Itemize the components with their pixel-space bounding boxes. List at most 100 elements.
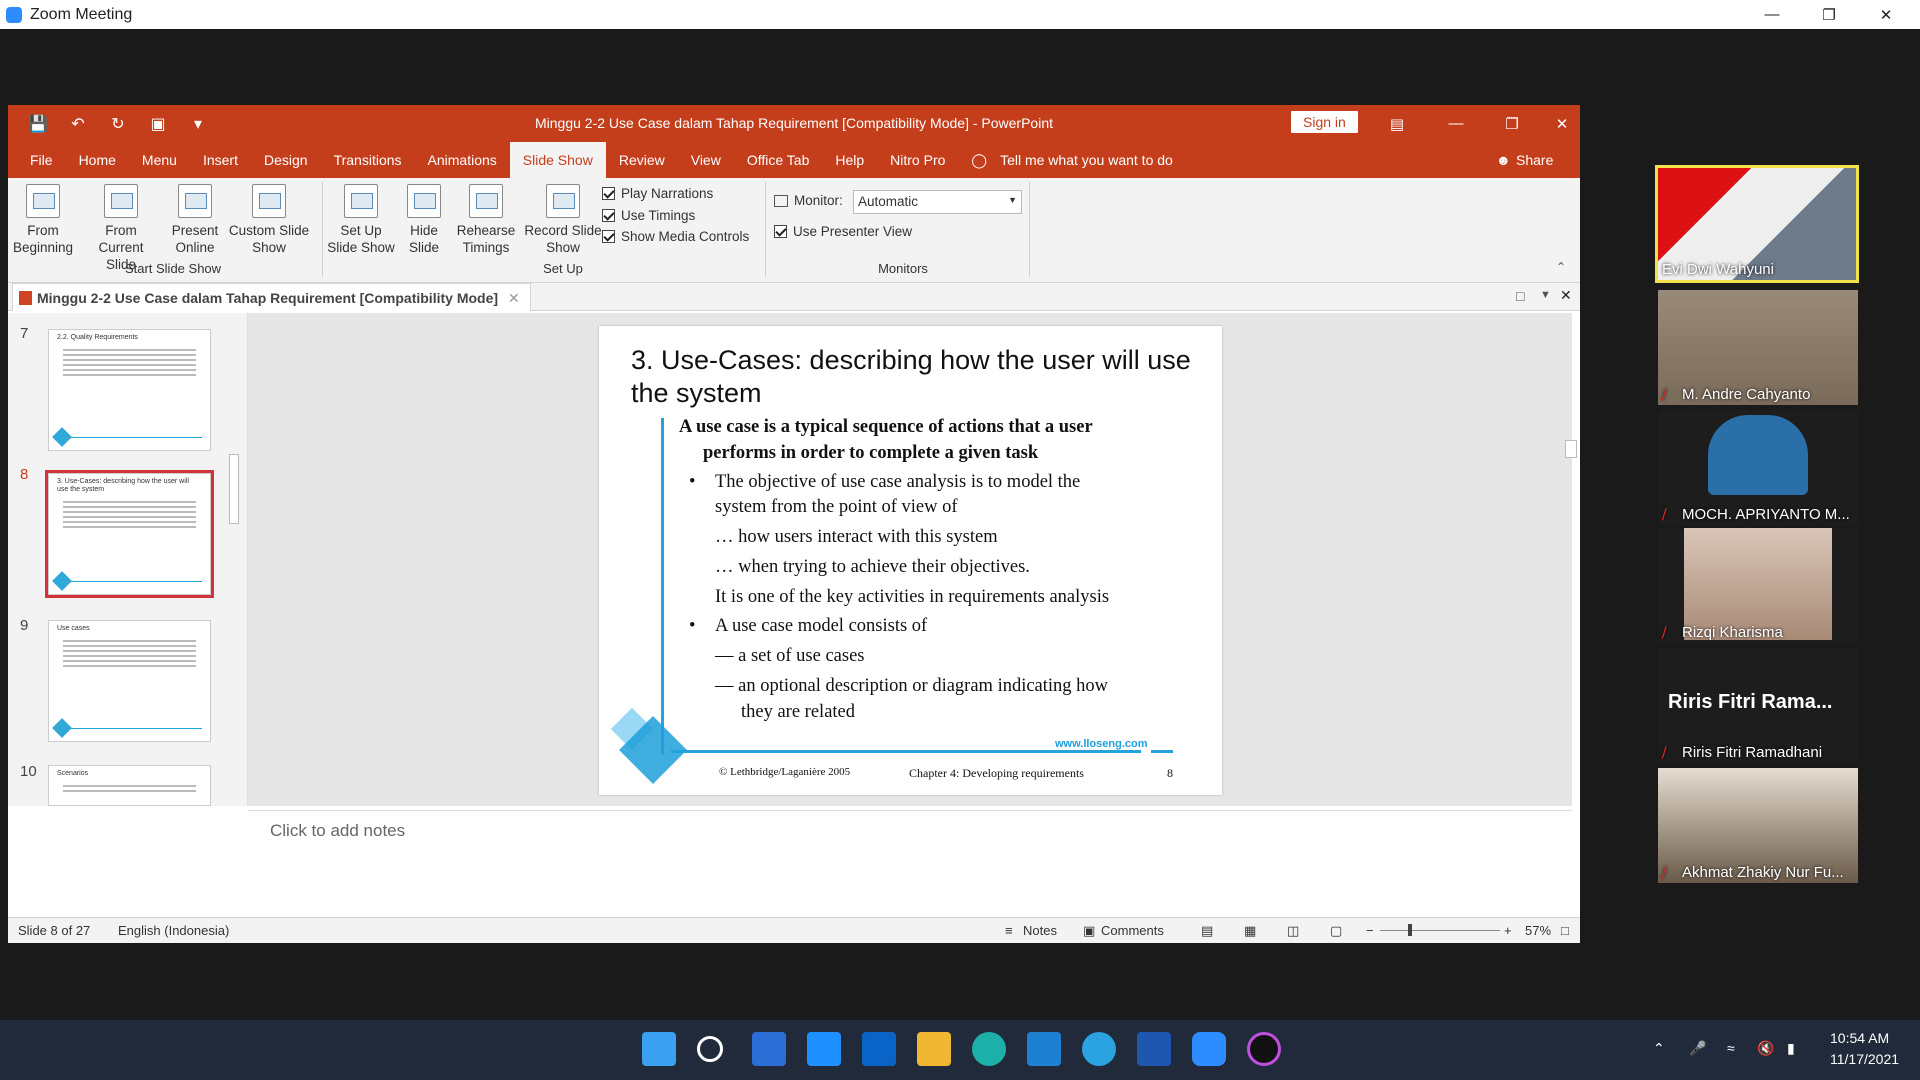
tab-home[interactable]: Home [66,142,129,178]
slideshow-start-icon[interactable]: ▣ [148,114,168,134]
zoom-titlebar: Zoom Meeting — ❐ ✕ [0,0,1920,29]
tab-list-icon[interactable]: ▼ [1540,289,1551,301]
zoom-taskbar-icon[interactable] [1192,1032,1226,1066]
from-current-slide-button[interactable]: From Current Slide [82,184,160,273]
tab-design[interactable]: Design [251,142,321,178]
save-icon[interactable]: 💾 [28,114,48,134]
tab-slide-show[interactable]: Slide Show [509,142,606,178]
close-icon[interactable]: ✕ [1857,0,1915,29]
search-icon[interactable] [697,1036,723,1062]
scroll-thumb[interactable] [229,454,239,524]
zoom-level[interactable]: 57% [1525,923,1551,938]
close-all-icon[interactable]: ✕ [1560,287,1572,304]
share-button[interactable]: Share [1516,152,1553,168]
thumbnails-scrollbar[interactable] [226,322,242,800]
slide-thumbnail-8[interactable]: 3. Use-Cases: describing how the user wi… [45,470,214,598]
custom-slide-show-button[interactable]: Custom Slide Show [226,184,312,256]
language-indicator[interactable]: English (Indonesia) [118,923,229,938]
tab-view[interactable]: View [678,142,734,178]
participant-tile[interactable]: ⧸ Akhmat Zhakiy Nur Fu... [1658,768,1858,883]
clock-date[interactable]: 11/17/2021 [1830,1051,1899,1067]
tab-file[interactable]: File [8,142,66,178]
participant-tile[interactable]: Riris Fitri Rama... ⧸ Riris Fitri Ramadha… [1658,648,1858,763]
monitor-select[interactable]: Automatic ▼ [853,190,1022,214]
sign-in-button[interactable]: Sign in [1291,111,1358,133]
notes-pane[interactable]: Click to add notes [248,810,1572,915]
file-explorer-icon[interactable] [917,1032,951,1066]
tab-office-tab[interactable]: Office Tab [734,142,823,178]
document-tab[interactable]: Minggu 2-2 Use Case dalam Tahap Requirem… [12,283,531,311]
tray-chevron-icon[interactable]: ⌃ [1653,1040,1665,1057]
tab-insert[interactable]: Insert [190,142,251,178]
edge-icon[interactable] [972,1032,1006,1066]
mail-icon[interactable] [862,1032,896,1066]
restore-icon[interactable]: ❐ [1800,0,1858,29]
new-doc-icon[interactable]: □ [1516,288,1524,304]
notes-button[interactable]: Notes [1023,923,1057,938]
ribbon-display-icon[interactable]: ▤ [1370,105,1424,142]
set-up-slide-show-button[interactable]: Set Up Slide Show [326,184,396,256]
minimize-icon[interactable]: — [1743,0,1801,29]
participant-tile[interactable]: ⧸ MOCH. APRIYANTO M... [1658,410,1858,525]
tell-me-search[interactable]: Tell me what you want to do [1000,142,1186,178]
slide-thumbnail-9[interactable]: Use cases [48,620,211,742]
hide-slide-button[interactable]: Hide Slide [404,184,444,256]
participant-tile[interactable]: Evi Dwi Wahyuni [1655,165,1859,283]
obs-icon[interactable] [1247,1032,1281,1066]
zoom-slider-thumb[interactable] [1408,924,1412,936]
tab-menu[interactable]: Menu [129,142,190,178]
slide-thumbnail-7[interactable]: 2.2. Quality Requirements [48,329,211,451]
vscode-icon[interactable] [1027,1032,1061,1066]
play-narrations-checkbox[interactable]: Play Narrations [602,186,713,201]
zoom-slider[interactable] [1380,930,1500,931]
notes-icon: ≡ [1005,923,1013,938]
rehearse-timings-button[interactable]: Rehearse Timings [454,184,518,256]
wifi-icon[interactable]: ≈ [1727,1040,1735,1056]
use-presenter-view-checkbox[interactable]: Use Presenter View [774,224,912,239]
share-icon[interactable]: ☻ [1496,152,1511,168]
zoom-out-icon[interactable]: − [1366,923,1374,938]
word-icon[interactable] [1137,1032,1171,1066]
ppt-close-icon[interactable]: ✕ [1535,105,1589,142]
launcher-icon[interactable] [807,1032,841,1066]
zoom-in-icon[interactable]: + [1504,923,1512,938]
tab-help[interactable]: Help [822,142,877,178]
group-separator [322,182,323,277]
use-timings-checkbox[interactable]: Use Timings [602,208,695,223]
ppt-restore-icon[interactable]: ❐ [1485,105,1539,142]
widgets-icon[interactable] [752,1032,786,1066]
normal-view-icon[interactable]: ▤ [1201,923,1213,939]
tab-transitions[interactable]: Transitions [321,142,415,178]
thumb-number: 7 [20,325,29,342]
tab-close-icon[interactable]: ✕ [508,290,520,306]
from-beginning-button[interactable]: From Beginning [12,184,74,256]
telegram-icon[interactable] [1082,1032,1116,1066]
editor-scrollbar[interactable] [1562,322,1580,782]
slideshow-view-icon[interactable]: ▢ [1330,923,1342,939]
show-media-controls-checkbox[interactable]: Show Media Controls [602,229,749,244]
reading-view-icon[interactable]: ◫ [1287,923,1299,939]
start-icon[interactable] [642,1032,676,1066]
battery-icon[interactable]: ▮ [1787,1040,1795,1057]
tab-animations[interactable]: Animations [415,142,510,178]
volume-muted-icon[interactable]: 🔇 [1757,1040,1774,1057]
redo-icon[interactable]: ↻ [108,114,128,134]
customize-qat-icon[interactable]: ▾ [188,114,208,134]
current-slide[interactable]: 3. Use-Cases: describing how the user wi… [599,326,1222,795]
present-online-button[interactable]: Present Online [170,184,220,256]
comments-button[interactable]: Comments [1101,923,1164,938]
slide-thumbnail-10[interactable]: Scenarios [48,765,211,806]
participant-tile[interactable]: ⧸ M. Andre Cahyanto [1658,290,1858,405]
participant-tile[interactable]: ⧸ Rizqi Kharisma [1658,528,1858,643]
record-slide-show-button[interactable]: Record Slide Show [520,184,606,256]
scroll-thumb[interactable] [1565,440,1577,458]
collapse-ribbon-icon[interactable]: ⌃ [1556,260,1566,274]
fit-slide-icon[interactable]: □ [1561,923,1569,938]
clock-time[interactable]: 10:54 AM [1830,1030,1889,1046]
undo-icon[interactable]: ↶ [68,114,88,134]
ppt-minimize-icon[interactable]: — [1429,105,1483,142]
tab-review[interactable]: Review [606,142,678,178]
microphone-icon[interactable]: 🎤 [1689,1040,1706,1057]
slide-sorter-icon[interactable]: ▦ [1244,923,1256,939]
tab-nitro-pro[interactable]: Nitro Pro [877,142,958,178]
